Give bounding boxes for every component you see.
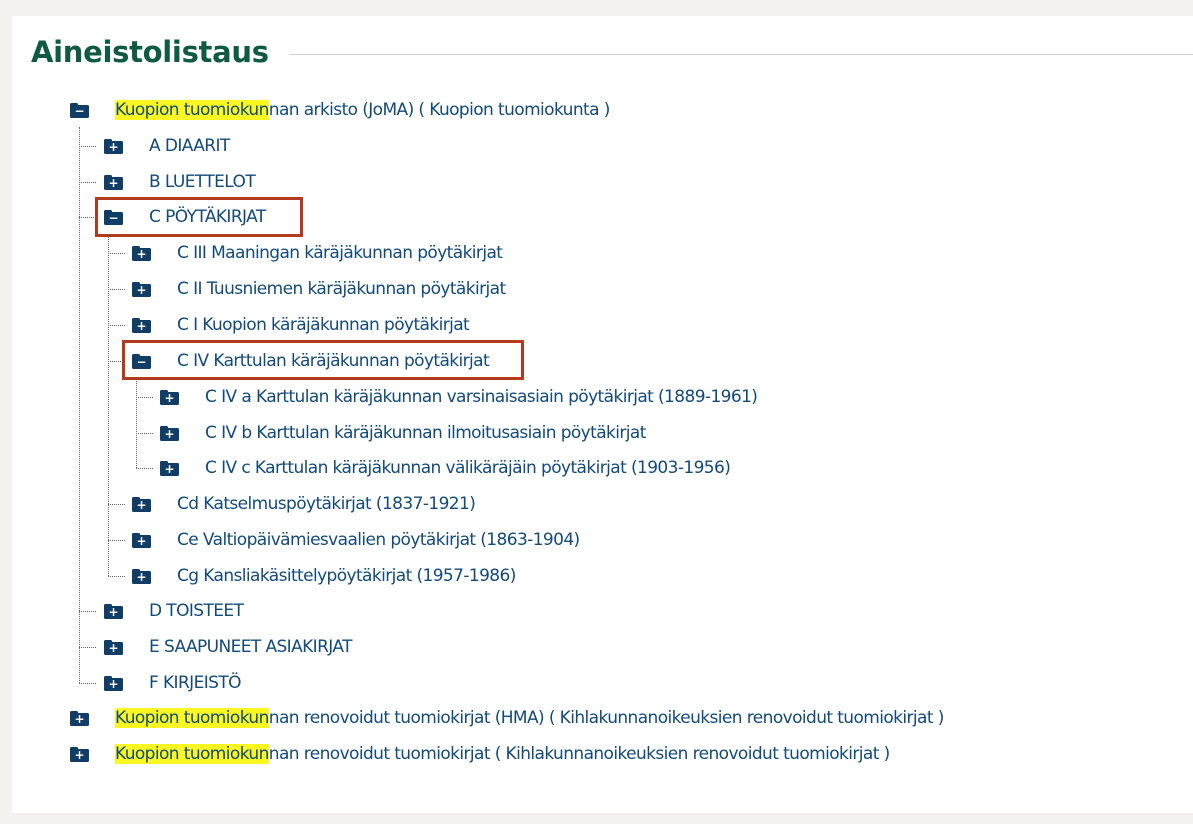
folder-plus-icon[interactable]: + [132,245,151,261]
tree-node-label[interactable]: A DIAARIT [149,136,230,156]
folder-plus-icon[interactable]: + [104,675,123,691]
tree-node-d-toisteet[interactable]: + D TOISTEET [104,596,244,626]
tree-node-label[interactable]: E SAAPUNEET ASIAKIRJAT [149,637,353,657]
tree-node-kuopion-arkisto[interactable]: − Kuopion tuomiokunnan arkisto (JoMA) ( … [70,95,610,125]
tree-node-ce[interactable]: + Ce Valtiopäivämiesvaalien pöytäkirjat … [132,525,580,555]
tree-connector [79,217,96,218]
tree-node-label[interactable]: C IV b Karttulan käräjäkunnan ilmoitusas… [205,423,646,443]
tree-node-label[interactable]: C II Tuusniemen käräjäkunnan pöytäkirjat [177,279,506,299]
tree-connector [79,683,96,684]
tree-node-label[interactable]: C IV a Karttulan käräjäkunnan varsinaisa… [205,387,758,407]
tree-node-b-luettelot[interactable]: + B LUETTELOT [104,167,256,197]
folder-plus-icon[interactable]: + [160,425,179,441]
tree-node-c-ii[interactable]: + C II Tuusniemen käräjäkunnan pöytäkirj… [132,274,506,304]
tree-connector [108,576,125,577]
tree-node-cg[interactable]: + Cg Kansliakäsittelypöytäkirjat (1957-1… [132,561,516,591]
tree-node-renovoidut-hma[interactable]: + Kuopion tuomiokunnan renovoidut tuomio… [70,703,944,733]
tree-node-cd[interactable]: + Cd Katselmuspöytäkirjat (1837-1921) [132,489,476,519]
folder-plus-icon[interactable]: + [70,710,89,726]
tree-node-label[interactable]: C III Maaningan käräjäkunnan pöytäkirjat [177,243,503,263]
folder-plus-icon[interactable]: + [104,639,123,655]
search-highlight: Kuopion tuomiokun [115,708,269,728]
tree-connector [136,378,137,468]
tree-node-label[interactable]: Kuopion tuomiokunnan renovoidut tuomioki… [115,708,944,728]
tree-connector [136,468,153,469]
tree-node-label[interactable]: Cg Kansliakäsittelypöytäkirjat (1957-198… [177,566,516,586]
folder-plus-icon[interactable]: + [132,281,151,297]
tree-node-label[interactable]: C IV c Karttulan käräjäkunnan välikäräjä… [205,458,731,478]
tree-node-label[interactable]: C IV Karttulan käräjäkunnan pöytäkirjat [177,351,490,371]
tree-connector [108,253,125,254]
page-title: Aineistolistaus [31,35,269,69]
search-highlight: Kuopion tuomiokun [115,744,269,764]
tree-connector [108,289,125,290]
folder-plus-icon[interactable]: + [104,138,123,154]
tree-node-c-i[interactable]: + C I Kuopion käräjäkunnan pöytäkirjat [132,310,470,340]
tree-node-label[interactable]: Kuopion tuomiokunnan renovoidut tuomioki… [115,744,890,764]
heading-divider [289,54,1193,55]
tree-node-a-diaarit[interactable]: + A DIAARIT [104,131,230,161]
tree-node-c-iv-c[interactable]: + C IV c Karttulan käräjäkunnan välikärä… [160,453,731,483]
folder-plus-icon[interactable]: + [70,746,89,762]
tree-connector [108,504,125,505]
tree-node-label[interactable]: Ce Valtiopäivämiesvaalien pöytäkirjat (1… [177,530,580,550]
tree-node-c-iii[interactable]: + C III Maaningan käräjäkunnan pöytäkirj… [132,238,503,268]
folder-plus-icon[interactable]: + [132,317,151,333]
tree-connector [108,325,125,326]
tree-connector [108,234,109,576]
folder-plus-icon[interactable]: + [104,603,123,619]
tree-node-label[interactable]: B LUETTELOT [149,172,256,192]
tree-connector [79,127,80,683]
folder-plus-icon[interactable]: + [104,174,123,190]
folder-minus-icon[interactable]: − [104,209,123,225]
tree-node-label[interactable]: C I Kuopion käräjäkunnan pöytäkirjat [177,315,470,335]
tree-connector [108,361,125,362]
folder-plus-icon[interactable]: + [160,460,179,476]
tree-node-c-iv-a[interactable]: + C IV a Karttulan käräjäkunnan varsinai… [160,382,758,412]
tree-connector [108,540,125,541]
tree-node-label[interactable]: C PÖYTÄKIRJAT [149,207,266,227]
tree-connector [79,647,96,648]
tree-node-c-iv-b[interactable]: + C IV b Karttulan käräjäkunnan ilmoitus… [160,418,646,448]
tree-node-c-iv[interactable]: − C IV Karttulan käräjäkunnan pöytäkirja… [132,346,490,376]
folder-plus-icon[interactable]: + [132,568,151,584]
search-highlight: Kuopion tuomiokun [115,100,269,120]
folder-minus-icon[interactable]: − [70,102,89,118]
tree-connector [79,146,96,147]
tree-connector [79,182,96,183]
folder-minus-icon[interactable]: − [132,353,151,369]
tree-connector [136,433,153,434]
tree-node-f-kirjeisto[interactable]: + F KIRJEISTÖ [104,668,241,698]
tree-node-label[interactable]: Cd Katselmuspöytäkirjat (1837-1921) [177,494,476,514]
tree-node-label[interactable]: F KIRJEISTÖ [149,673,241,693]
tree-node-c-poytakirjat[interactable]: − C PÖYTÄKIRJAT [104,202,266,232]
tree-node-e-saapuneet[interactable]: + E SAAPUNEET ASIAKIRJAT [104,632,353,662]
tree-node-renovoidut[interactable]: + Kuopion tuomiokunnan renovoidut tuomio… [70,739,890,769]
folder-plus-icon[interactable]: + [132,496,151,512]
tree-connector [136,397,153,398]
tree-node-label[interactable]: Kuopion tuomiokunnan arkisto (JoMA) ( Ku… [115,100,610,120]
folder-plus-icon[interactable]: + [160,389,179,405]
tree-node-label[interactable]: D TOISTEET [149,601,244,621]
folder-plus-icon[interactable]: + [132,532,151,548]
tree-connector [79,611,96,612]
